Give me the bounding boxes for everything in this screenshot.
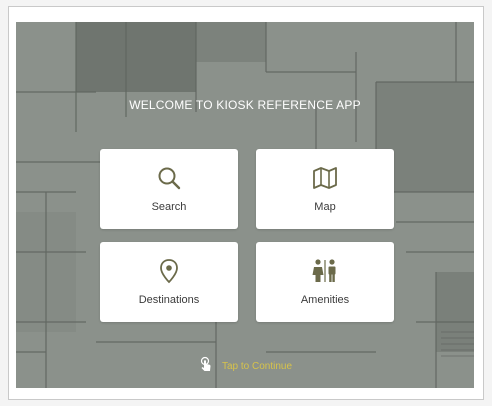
amenities-tile[interactable]: Amenities — [256, 242, 394, 322]
location-pin-icon — [155, 258, 183, 284]
welcome-title: WELCOME TO KIOSK REFERENCE APP — [129, 98, 361, 112]
destinations-label: Destinations — [138, 294, 200, 306]
kiosk-screen: WELCOME TO KIOSK REFERENCE APP Search Ma… — [16, 22, 474, 388]
tap-to-continue[interactable]: Tap to Continue — [16, 356, 474, 377]
search-label: Search — [151, 201, 187, 213]
tap-to-continue-label: Tap to Continue — [221, 361, 293, 372]
search-icon — [155, 165, 183, 191]
map-label: Map — [314, 201, 336, 213]
amenities-label: Amenities — [300, 294, 350, 306]
map-icon — [311, 165, 339, 191]
restroom-icon — [310, 258, 340, 284]
map-tile[interactable]: Map — [256, 149, 394, 229]
tap-hand-icon — [198, 356, 214, 377]
floorplan-background — [16, 22, 474, 388]
destinations-tile[interactable]: Destinations — [100, 242, 238, 322]
search-tile[interactable]: Search — [100, 149, 238, 229]
